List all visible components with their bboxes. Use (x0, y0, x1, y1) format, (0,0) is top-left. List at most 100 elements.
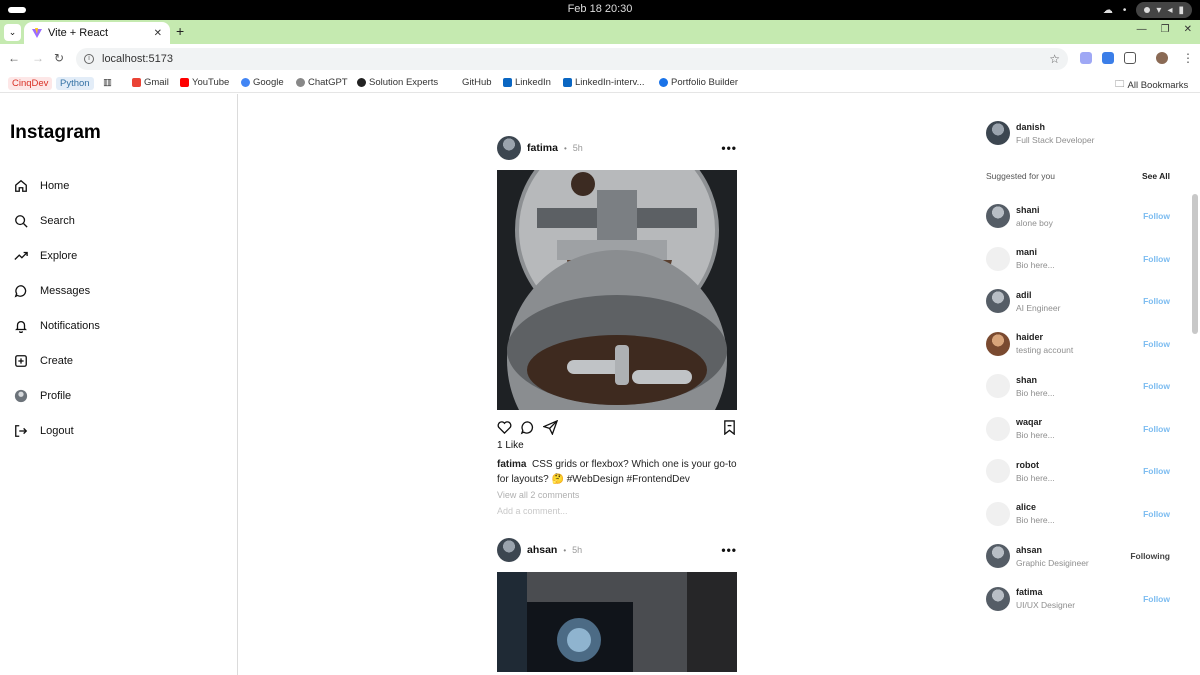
avatar[interactable] (986, 374, 1010, 399)
sidebar-item-profile[interactable]: Profile (14, 378, 100, 413)
suggestion-username[interactable]: alice (1016, 502, 1137, 512)
sidebar-item-notifications[interactable]: Notifications (14, 308, 100, 343)
browser-tab-active[interactable]: Vite + React ✕ (24, 22, 170, 44)
avatar[interactable] (497, 136, 521, 160)
suggestion-item: alice Bio here... Follow (986, 493, 1170, 536)
bookmark-item[interactable]: Solution Experts (357, 77, 438, 88)
bookmark-item[interactable]: YouTube (180, 77, 229, 88)
suggestion-username[interactable]: adil (1016, 290, 1137, 300)
site-info-icon[interactable]: i (84, 54, 94, 64)
avatar[interactable] (986, 246, 1010, 271)
avatar[interactable] (986, 501, 1010, 526)
all-bookmarks-button[interactable]: 🗀 All Bookmarks (1115, 77, 1188, 93)
follow-button[interactable]: Follow (1143, 594, 1170, 604)
avatar[interactable] (986, 586, 1010, 611)
post-image[interactable] (497, 572, 737, 672)
browser-menu-icon[interactable]: ⋮ (1182, 51, 1194, 65)
suggestion-username[interactable]: shani (1016, 205, 1137, 215)
sidebar-item-logout[interactable]: Logout (14, 413, 100, 448)
share-icon[interactable] (543, 419, 558, 435)
follow-button[interactable]: Follow (1143, 381, 1170, 391)
sidebar-item-home[interactable]: Home (14, 168, 100, 203)
system-clock[interactable]: Feb 18 20:30 (0, 3, 1200, 15)
suggestion-username[interactable]: haider (1016, 332, 1137, 342)
url-text[interactable]: localhost:5173 (102, 53, 1041, 65)
suggestion-username[interactable]: robot (1016, 460, 1137, 470)
apps-grid-icon[interactable]: ▥ (103, 77, 112, 88)
bookmark-item[interactable]: CinqDev (8, 77, 53, 90)
bookmark-item[interactable]: ChatGPT (296, 77, 348, 88)
follow-button[interactable]: Follow (1143, 211, 1170, 221)
forward-arrow-icon[interactable]: → (32, 51, 44, 65)
follow-button[interactable]: Follow (1143, 296, 1170, 306)
more-options-icon[interactable]: ••• (721, 543, 737, 557)
suggestion-username[interactable]: waqar (1016, 417, 1137, 427)
bookmark-item[interactable]: Gmail (132, 77, 169, 88)
heart-icon[interactable] (497, 420, 512, 435)
sidebar-item-messages[interactable]: Messages (14, 273, 100, 308)
suggestion-username[interactable]: shan (1016, 375, 1137, 385)
back-arrow-icon[interactable]: ← (8, 51, 20, 65)
sidebar-item-search[interactable]: Search (14, 203, 100, 238)
suggestion-bio: Bio here... (1016, 430, 1055, 441)
bookmark-item[interactable]: Portfolio Builder (659, 77, 738, 88)
page-scrollbar[interactable] (1192, 194, 1198, 334)
avatar[interactable] (986, 289, 1010, 314)
view-comments-link[interactable]: View all 2 comments (497, 490, 737, 500)
new-tab-button[interactable]: + (176, 23, 184, 39)
follow-button[interactable]: Follow (1143, 339, 1170, 349)
follow-button[interactable]: Follow (1143, 424, 1170, 434)
suggestion-username[interactable]: fatima (1016, 587, 1137, 597)
system-menu[interactable]: ▾ ◂ ▮ (1136, 2, 1192, 18)
bookmark-icon[interactable] (722, 419, 737, 435)
suggestion-username[interactable]: mani (1016, 247, 1137, 257)
avatar[interactable] (986, 416, 1010, 441)
close-tab-icon[interactable]: ✕ (154, 28, 162, 39)
sidebar-item-create[interactable]: Create (14, 343, 100, 378)
see-all-link[interactable]: See All (1142, 171, 1170, 181)
like-count[interactable]: 1 Like (497, 440, 737, 451)
close-window-icon[interactable]: ✕ (1184, 24, 1192, 35)
post-image[interactable] (497, 170, 737, 410)
follow-button[interactable]: Follow (1143, 509, 1170, 519)
weather-icon[interactable]: ☁ (1103, 5, 1113, 16)
sidebar-item-explore[interactable]: Explore (14, 238, 100, 273)
avatar[interactable] (497, 538, 521, 562)
extension-icon[interactable] (1080, 52, 1092, 64)
caption-username[interactable]: fatima (497, 459, 526, 470)
suggestion-username[interactable]: ahsan (1016, 545, 1124, 555)
follow-button[interactable]: Follow (1143, 254, 1170, 264)
bookmark-item[interactable]: GitHub (462, 77, 492, 88)
post-username[interactable]: fatima (527, 142, 558, 154)
following-button[interactable]: Following (1130, 551, 1170, 561)
minimize-icon[interactable]: — (1137, 24, 1147, 35)
maximize-icon[interactable]: ❐ (1161, 24, 1170, 35)
bookmark-item[interactable]: Python (56, 77, 94, 90)
bookmark-item[interactable]: LinkedIn-interv... (563, 77, 645, 88)
avatar[interactable] (986, 204, 1010, 229)
follow-button[interactable]: Follow (1143, 466, 1170, 476)
current-user-card[interactable]: danish Full Stack Developer (986, 116, 1170, 150)
bookmark-item[interactable]: Google (241, 77, 284, 88)
reload-icon[interactable]: ↻ (54, 51, 64, 65)
avatar[interactable] (986, 459, 1010, 484)
bookmark-item[interactable]: LinkedIn (503, 77, 551, 88)
suggestion-item: haider testing account Follow (986, 323, 1170, 366)
add-comment-input[interactable]: Add a comment... (497, 506, 737, 516)
avatar[interactable] (986, 121, 1010, 145)
notification-dot-icon[interactable]: • (1123, 5, 1127, 16)
comment-icon[interactable] (520, 420, 535, 435)
post-card: ahsan • 5h ••• (497, 536, 737, 672)
extensions-puzzle-icon[interactable] (1124, 52, 1136, 64)
avatar[interactable] (986, 544, 1010, 569)
tab-search-button[interactable]: ⌄ (4, 24, 21, 41)
bookmark-star-icon[interactable]: ☆ (1049, 52, 1060, 66)
current-username[interactable]: danish (1016, 122, 1094, 132)
avatar[interactable] (986, 331, 1010, 356)
extension-icon[interactable] (1102, 52, 1114, 64)
app-logo[interactable]: Instagram (10, 122, 101, 144)
post-username[interactable]: ahsan (527, 544, 557, 556)
address-bar[interactable]: i localhost:5173 ☆ (76, 48, 1068, 70)
more-options-icon[interactable]: ••• (721, 141, 737, 155)
profile-avatar-icon[interactable] (1156, 52, 1168, 64)
